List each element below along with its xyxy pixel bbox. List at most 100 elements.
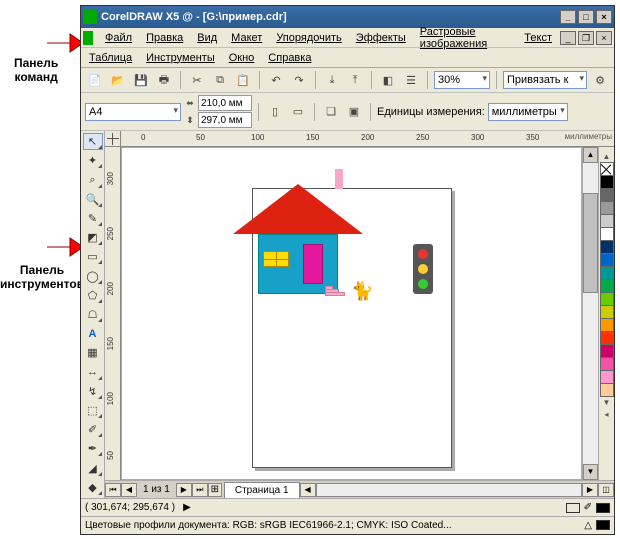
snap-combo[interactable]: Привязать к xyxy=(503,71,587,89)
roof-shape[interactable] xyxy=(233,184,363,234)
zoom-combo[interactable]: 30% xyxy=(434,71,490,89)
add-page-button[interactable]: ⊞ xyxy=(208,483,222,497)
menu-view[interactable]: Вид xyxy=(191,30,223,46)
swatch[interactable] xyxy=(600,357,614,371)
minimize-button[interactable]: _ xyxy=(560,10,576,24)
swatch[interactable] xyxy=(600,201,614,215)
launch-button[interactable]: ◧ xyxy=(378,70,398,90)
palette-down-button[interactable]: ▼ xyxy=(603,397,611,409)
page-size-combo[interactable]: A4 xyxy=(85,103,181,121)
dimension-tool[interactable]: ↔ xyxy=(83,363,103,380)
paste-button[interactable]: 📋 xyxy=(233,70,253,90)
swatch[interactable] xyxy=(600,279,614,293)
undo-button[interactable]: ↶ xyxy=(266,70,286,90)
page-height-input[interactable] xyxy=(198,112,252,128)
ruler-origin[interactable] xyxy=(105,131,121,147)
redo-button[interactable]: ↷ xyxy=(289,70,309,90)
prev-page-button[interactable]: ◀ xyxy=(121,483,137,497)
menu-help[interactable]: Справка xyxy=(262,50,317,66)
swatch[interactable] xyxy=(600,383,614,397)
allpages-button[interactable]: ❏ xyxy=(321,102,341,122)
swatch[interactable] xyxy=(600,175,614,189)
window-shape[interactable] xyxy=(263,251,289,267)
maximize-button[interactable]: □ xyxy=(578,10,594,24)
landscape-button[interactable]: ▭ xyxy=(288,102,308,122)
menu-edit[interactable]: Правка xyxy=(140,30,189,46)
table-tool[interactable]: ▦ xyxy=(83,344,103,361)
ellipse-tool[interactable]: ◯ xyxy=(83,267,103,284)
door-shape[interactable] xyxy=(303,244,323,284)
cut-button[interactable]: ✂ xyxy=(187,70,207,90)
swatch[interactable] xyxy=(600,318,614,332)
zoom-tool[interactable]: 🔍 xyxy=(83,191,103,208)
page-tab-1[interactable]: Страница 1 xyxy=(224,482,300,498)
traffic-light-shape[interactable] xyxy=(413,244,433,294)
pick-tool[interactable]: ↖ xyxy=(83,133,103,150)
curpage-button[interactable]: ▣ xyxy=(344,102,364,122)
vertical-ruler[interactable]: 50100150200250300 xyxy=(105,147,121,480)
swatch[interactable] xyxy=(600,331,614,345)
page-sorter-button[interactable]: ◫ xyxy=(598,483,614,497)
swatch[interactable] xyxy=(600,214,614,228)
polygon-tool[interactable]: ⬠ xyxy=(83,287,103,304)
swatch[interactable] xyxy=(600,370,614,384)
page-width-input[interactable] xyxy=(198,95,252,111)
interactive-tool[interactable]: ⬚ xyxy=(83,402,103,419)
menu-layout[interactable]: Макет xyxy=(225,30,268,46)
units-combo[interactable]: миллиметры xyxy=(488,103,568,121)
eyedropper-tool[interactable]: ✐ xyxy=(83,421,103,438)
outline-tool[interactable]: ✒ xyxy=(83,440,103,457)
scroll-down-button[interactable]: ▼ xyxy=(583,464,598,480)
swatch[interactable] xyxy=(600,227,614,241)
rectangle-tool[interactable]: ▭ xyxy=(83,248,103,265)
drawing-page[interactable]: 🐈 xyxy=(252,188,452,468)
save-button[interactable]: 💾 xyxy=(131,70,151,90)
swatch[interactable] xyxy=(600,266,614,280)
steps-shape[interactable] xyxy=(325,287,345,299)
crop-tool[interactable]: ⌕ xyxy=(83,171,103,188)
swatch[interactable] xyxy=(600,344,614,358)
swatch-none[interactable] xyxy=(600,162,614,176)
import-button[interactable]: ⤓ xyxy=(322,70,342,90)
menu-text[interactable]: Текст xyxy=(518,30,558,46)
next-page-button[interactable]: ▶ xyxy=(176,483,192,497)
smartfill-tool[interactable]: ◩ xyxy=(83,229,103,246)
new-button[interactable]: 📄 xyxy=(85,70,105,90)
scroll-thumb[interactable] xyxy=(583,193,598,293)
swatch[interactable] xyxy=(600,292,614,306)
swatch[interactable] xyxy=(600,253,614,267)
drawing-canvas[interactable]: 🐈 xyxy=(121,147,582,480)
swatch[interactable] xyxy=(600,240,614,254)
close-button[interactable]: × xyxy=(596,10,612,24)
welcome-button[interactable]: ☰ xyxy=(401,70,421,90)
swatch[interactable] xyxy=(600,188,614,202)
connector-tool[interactable]: ↯ xyxy=(83,383,103,400)
first-page-button[interactable]: ⏮ xyxy=(105,483,121,497)
print-button[interactable]: 🖶 xyxy=(154,70,174,90)
outline-pen-icon[interactable]: △ xyxy=(584,520,592,531)
export-button[interactable]: ⤒ xyxy=(345,70,365,90)
menu-table[interactable]: Таблица xyxy=(83,50,138,66)
cat-shape[interactable]: 🐈 xyxy=(351,281,373,302)
menu-file[interactable]: Файл xyxy=(99,30,138,46)
open-button[interactable]: 📂 xyxy=(108,70,128,90)
interactivefill-tool[interactable]: ◆ xyxy=(83,479,103,496)
fill-tool[interactable]: ◢ xyxy=(83,459,103,476)
basicshapes-tool[interactable]: ☖ xyxy=(83,306,103,323)
shape-tool[interactable]: ✦ xyxy=(83,152,103,169)
copy-button[interactable]: ⧉ xyxy=(210,70,230,90)
palette-flyout-button[interactable]: ◂ xyxy=(604,409,608,421)
outline-indicator[interactable] xyxy=(596,503,610,513)
scroll-up-button[interactable]: ▲ xyxy=(583,147,598,163)
doc-minimize-button[interactable]: _ xyxy=(560,31,576,45)
horizontal-scrollbar[interactable]: ◀▶ xyxy=(300,483,598,497)
text-tool[interactable]: A xyxy=(83,325,103,342)
status-swatch2[interactable] xyxy=(596,520,610,530)
menu-tools[interactable]: Инструменты xyxy=(140,50,221,66)
menu-arrange[interactable]: Упорядочить xyxy=(270,30,347,46)
vertical-scrollbar[interactable]: ▲ ▼ xyxy=(582,147,598,480)
horizontal-ruler[interactable]: миллиметры 050100150200250300350 xyxy=(121,131,614,147)
last-page-button[interactable]: ⏭ xyxy=(192,483,208,497)
portrait-button[interactable]: ▯ xyxy=(265,102,285,122)
titlebar[interactable]: CorelDRAW X5 @ - [G:\пример.cdr] _ □ × xyxy=(81,6,614,28)
